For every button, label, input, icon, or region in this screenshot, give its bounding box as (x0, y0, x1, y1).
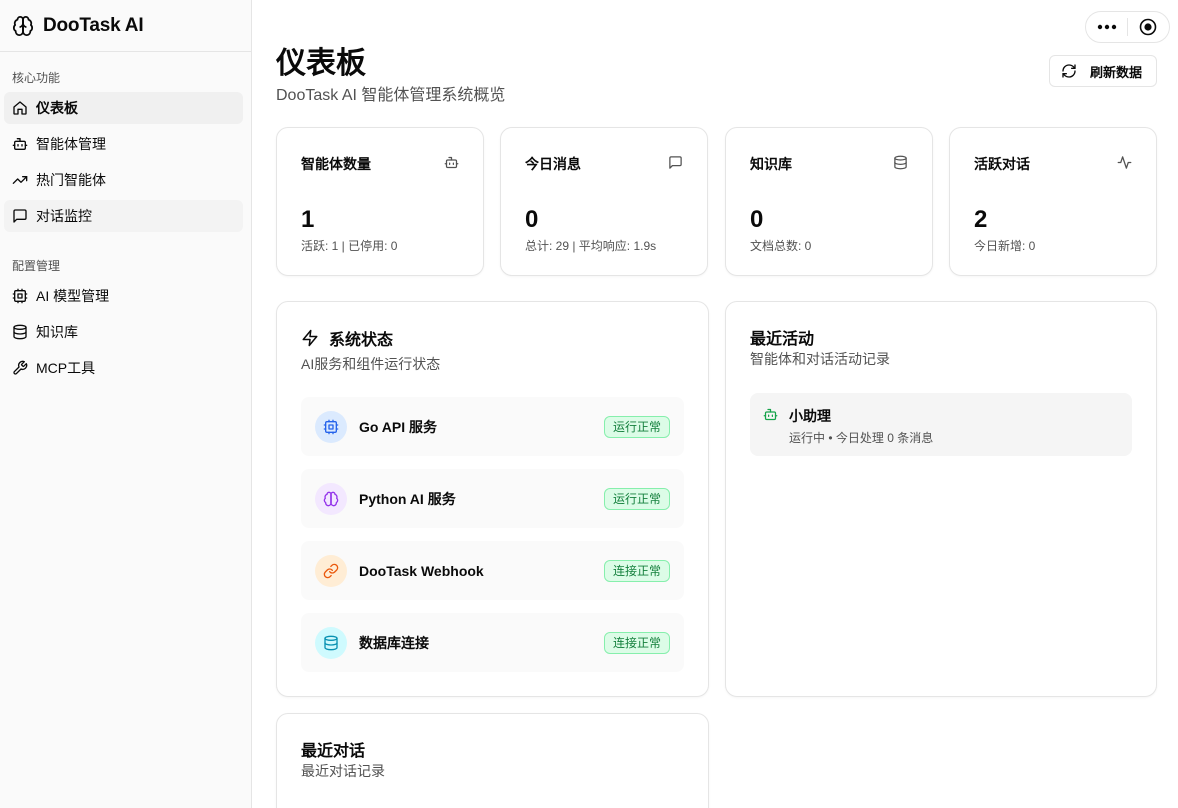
trending-up-icon (12, 172, 28, 188)
status-row-go-api: Go API 服务 运行正常 (301, 397, 684, 456)
sidebar-item-label: 对话监控 (36, 208, 92, 224)
stat-sub: 今日新增: 0 (974, 239, 1036, 253)
brain-icon (12, 15, 34, 37)
activity-desc: 运行中 • 今日处理 0 条消息 (789, 431, 934, 445)
refresh-button[interactable]: 刷新数据 (1049, 55, 1157, 87)
database-icon (315, 626, 347, 659)
status-label: Go API 服务 (359, 418, 438, 435)
bot-icon (444, 155, 459, 170)
stat-card-active-conversations: 活跃对话 2 今日新增: 0 (949, 127, 1157, 276)
stat-card-knowledge: 知识库 0 文档总数: 0 (725, 127, 933, 276)
sidebar-item-label: 仪表板 (36, 100, 78, 116)
section-subtitle: AI服务和组件运行状态 (301, 356, 441, 372)
section-title: 最近活动 (750, 331, 815, 348)
status-badge: 运行正常 (603, 415, 670, 438)
sidebar-item-label: MCP工具 (36, 360, 96, 376)
activity-name: 小助理 (789, 408, 831, 424)
section-title: 系统状态 (329, 332, 394, 349)
status-badge: 运行正常 (603, 487, 670, 510)
section-title: 最近对话 (301, 743, 366, 760)
home-icon (12, 100, 28, 116)
database-icon (893, 155, 908, 170)
link-icon (315, 554, 347, 587)
stat-title: 今日消息 (525, 156, 581, 172)
section-subtitle: 智能体和对话活动记录 (750, 351, 890, 367)
recent-activity-card: 最近活动 智能体和对话活动记录 小助理 运行中 • 今日处理 0 条消息 (725, 301, 1157, 697)
refresh-label: 刷新数据 (1090, 64, 1143, 80)
message-square-icon (12, 208, 28, 224)
nav-group-label-core: 核心功能 (12, 71, 61, 85)
stat-title: 知识库 (750, 156, 792, 172)
sidebar-item-label: AI 模型管理 (36, 288, 110, 304)
nav-group-label-config: 配置管理 (12, 259, 61, 273)
status-badge: 连接正常 (603, 559, 670, 582)
section-subtitle: 最近对话记录 (301, 763, 385, 779)
sidebar-item-trending[interactable]: 热门智能体 (4, 164, 243, 196)
stat-title: 智能体数量 (301, 156, 371, 172)
sidebar-item-label: 智能体管理 (36, 136, 106, 152)
app-title: DooTask AI (43, 14, 144, 36)
status-label: DooTask Webhook (359, 562, 484, 579)
record-icon[interactable] (1128, 12, 1169, 42)
sidebar-item-label: 热门智能体 (36, 172, 106, 188)
page-title: 仪表板 (276, 47, 366, 80)
zap-icon (301, 329, 319, 347)
status-row-database: 数据库连接 连接正常 (301, 613, 684, 672)
status-row-webhook: DooTask Webhook 连接正常 (301, 541, 684, 600)
system-status-card: 系统状态 AI服务和组件运行状态 Go API 服务 运行正常 Python A… (276, 301, 709, 697)
window-controls (1085, 11, 1170, 43)
refresh-icon (1061, 63, 1077, 79)
database-icon (12, 324, 28, 340)
activity-item[interactable]: 小助理 运行中 • 今日处理 0 条消息 (750, 393, 1132, 456)
sidebar: DooTask AI 核心功能 仪表板 智能体管理 热门智能体 对话监控 配置管… (0, 0, 252, 808)
more-icon[interactable] (1086, 12, 1127, 42)
stat-value: 2 (974, 206, 988, 233)
activity-icon (1117, 155, 1132, 170)
stat-sub: 总计: 29 | 平均响应: 1.9s (525, 239, 657, 253)
status-label: 数据库连接 (359, 634, 429, 651)
stat-value: 0 (750, 206, 764, 233)
brand[interactable]: DooTask AI (0, 0, 251, 52)
brain-icon (315, 482, 347, 515)
stat-sub: 文档总数: 0 (750, 239, 812, 253)
stat-value: 0 (525, 206, 539, 233)
stat-card-messages: 今日消息 0 总计: 29 | 平均响应: 1.9s (500, 127, 708, 276)
stat-value: 1 (301, 206, 315, 233)
page-subtitle: DooTask AI 智能体管理系统概览 (276, 87, 506, 104)
wrench-icon (12, 360, 28, 376)
cpu-icon (12, 288, 28, 304)
sidebar-item-dashboard[interactable]: 仪表板 (4, 92, 243, 124)
message-square-icon (668, 155, 683, 170)
sidebar-item-conversations[interactable]: 对话监控 (4, 200, 243, 232)
sidebar-item-mcp[interactable]: MCP工具 (4, 352, 243, 384)
status-badge: 连接正常 (603, 631, 670, 654)
sidebar-item-label: 知识库 (36, 324, 78, 340)
stat-card-agents: 智能体数量 1 活跃: 1 | 已停用: 0 (276, 127, 484, 276)
sidebar-item-agents[interactable]: 智能体管理 (4, 128, 243, 160)
bot-icon (12, 136, 28, 152)
sidebar-item-knowledge[interactable]: 知识库 (4, 316, 243, 348)
stat-sub: 活跃: 1 | 已停用: 0 (301, 239, 398, 253)
status-row-python-ai: Python AI 服务 运行正常 (301, 469, 684, 528)
bot-icon (763, 407, 778, 422)
sidebar-item-models[interactable]: AI 模型管理 (4, 280, 243, 312)
stat-title: 活跃对话 (974, 156, 1030, 172)
recent-conversations-card: 最近对话 最近对话记录 (276, 713, 709, 808)
status-label: Python AI 服务 (359, 490, 456, 507)
cpu-icon (315, 410, 347, 443)
